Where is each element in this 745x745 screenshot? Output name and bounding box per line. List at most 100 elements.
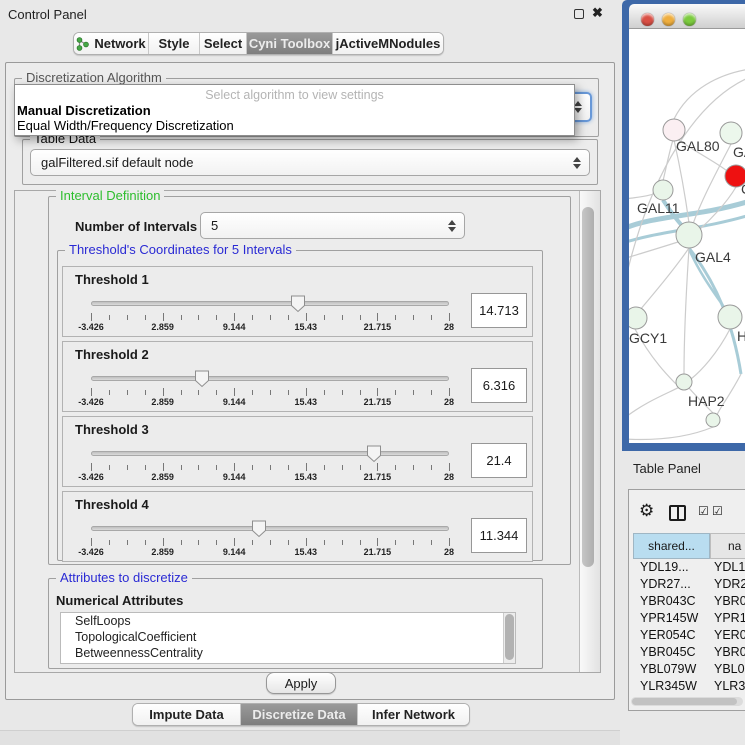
threshold-panel: Threshold 4-3.4262.8599.14415.4321.71528… [62, 491, 533, 562]
threshold-label: Threshold 1 [75, 272, 149, 287]
network-edge[interactable] [635, 248, 689, 316]
table-row[interactable]: YBR043CYBR0 [633, 594, 745, 611]
major-tick [234, 313, 235, 321]
close-icon[interactable]: ✖ [592, 5, 603, 21]
major-tick [91, 538, 92, 546]
network-node[interactable] [676, 222, 702, 248]
table-row[interactable]: YPR145WYPR1 [633, 611, 745, 628]
table-data-combobox[interactable]: galFiltered.sif default node [30, 149, 590, 176]
table-row[interactable]: YBL079WYBL0 [633, 662, 745, 679]
major-tick [377, 313, 378, 321]
minor-tick [145, 540, 146, 545]
network-node[interactable] [706, 413, 720, 427]
minor-tick [288, 390, 289, 395]
network-edge[interactable] [684, 248, 689, 374]
tab-style[interactable]: Style [149, 33, 200, 54]
list-item[interactable]: SelfLoops [61, 613, 515, 629]
network-node[interactable] [653, 180, 673, 200]
tick-label: 28 [427, 472, 471, 482]
list-item[interactable]: TopologicalCoefficient [61, 629, 515, 645]
checkbox-icon[interactable]: ☑ [712, 504, 723, 518]
slider-track[interactable] [91, 451, 449, 456]
slider-thumb[interactable] [251, 520, 267, 543]
slider-track[interactable] [91, 376, 449, 381]
network-canvas[interactable]: GAL80GACGAL11GAL4GCY1HHAP2 [629, 29, 745, 443]
threshold-value-field[interactable]: 21.4 [471, 443, 527, 478]
threshold-value-field[interactable]: 11.344 [471, 518, 527, 553]
slider-thumb[interactable] [194, 370, 210, 393]
threshold-value-field[interactable]: 14.713 [471, 293, 527, 328]
tick-label: 28 [427, 322, 471, 332]
tab-infer-network[interactable]: Infer Network [358, 704, 469, 725]
tab-select[interactable]: Select [200, 33, 247, 54]
network-node[interactable] [629, 307, 647, 329]
slider-thumb[interactable] [290, 295, 306, 318]
major-tick [234, 463, 235, 471]
menu-item-manual-discretization[interactable]: Manual Discretization [17, 103, 151, 118]
discretization-algorithm-title: Discretization Algorithm [22, 71, 166, 84]
tab-discretize-data[interactable]: Discretize Data [241, 704, 358, 725]
slider-track[interactable] [91, 526, 449, 531]
tab-jactivemnodules-label: jActiveMNodules [336, 36, 441, 51]
slider-track[interactable] [91, 301, 449, 306]
column-header-shared-name[interactable]: shared... [633, 533, 710, 559]
control-panel-titlebar: Control Panel ✖ [0, 0, 620, 28]
minor-tick [145, 315, 146, 320]
table-row[interactable]: YLR345WYLR3 [633, 679, 745, 696]
network-edge[interactable] [629, 386, 681, 419]
network-node[interactable] [676, 374, 692, 390]
table-row[interactable]: YER054CYER0 [633, 628, 745, 645]
zoom-traffic-light-icon[interactable] [683, 13, 696, 26]
cell-shared-name: YBR045C [640, 645, 710, 659]
number-of-intervals-combobox[interactable]: 5 [200, 212, 465, 239]
menu-item-equal-width-frequency[interactable]: Equal Width/Frequency Discretization [17, 118, 234, 133]
tab-impute-data[interactable]: Impute Data [133, 704, 241, 725]
node-label: H [737, 328, 745, 344]
major-tick [91, 463, 92, 471]
float-window-icon[interactable] [574, 9, 584, 19]
numerical-attributes-list[interactable]: SelfLoops TopologicalCoefficient Between… [60, 612, 516, 664]
major-tick [163, 313, 164, 321]
network-edge[interactable] [663, 140, 673, 181]
tab-jactivemnodules[interactable]: jActiveMNodules [333, 33, 443, 54]
checkbox-icon[interactable]: ☑ [698, 504, 709, 518]
tick-label: 15.43 [284, 472, 328, 482]
minor-tick [198, 465, 199, 470]
minimize-traffic-light-icon[interactable] [662, 13, 675, 26]
control-panel-title: Control Panel [8, 7, 87, 22]
tab-cyni-toolbox[interactable]: Cyni Toolbox [247, 33, 333, 54]
slider-thumb[interactable] [366, 445, 382, 468]
network-node[interactable] [720, 122, 742, 144]
tick-label: 9.144 [212, 322, 256, 332]
table-hscrollbar-thumb[interactable] [632, 698, 737, 705]
tab-network[interactable]: Network [74, 33, 149, 54]
major-tick [163, 538, 164, 546]
minor-tick [181, 390, 182, 395]
threshold-value-field[interactable]: 6.316 [471, 368, 527, 403]
apply-button[interactable]: Apply [266, 672, 336, 694]
table-row[interactable]: YDL19...YDL1 [633, 560, 745, 577]
columns-icon[interactable] [669, 505, 686, 521]
table-row[interactable]: YBR045CYBR0 [633, 645, 745, 662]
network-icon [76, 37, 89, 51]
node-label: C [741, 181, 745, 197]
network-edge[interactable] [691, 329, 730, 379]
network-window-titlebar[interactable] [629, 4, 745, 29]
minor-tick [360, 390, 361, 395]
minor-tick [270, 390, 271, 395]
column-header-name[interactable]: na [710, 533, 745, 559]
network-edge[interactable] [674, 69, 745, 119]
tick-label: 2.859 [141, 547, 185, 557]
network-node[interactable] [718, 305, 742, 329]
list-item[interactable]: BetweennessCentrality [61, 645, 515, 661]
table-row[interactable]: YDR27...YDR2 [633, 577, 745, 594]
attributes-scrollbar-thumb[interactable] [505, 614, 514, 660]
tick-label: 21.715 [355, 547, 399, 557]
network-edge[interactable] [629, 241, 681, 259]
network-edge[interactable] [629, 427, 713, 440]
close-traffic-light-icon[interactable] [641, 13, 654, 26]
minor-tick [324, 315, 325, 320]
vertical-scrollbar-thumb[interactable] [582, 207, 594, 567]
minor-tick [324, 390, 325, 395]
gear-icon[interactable]: ⚙ [639, 501, 654, 521]
